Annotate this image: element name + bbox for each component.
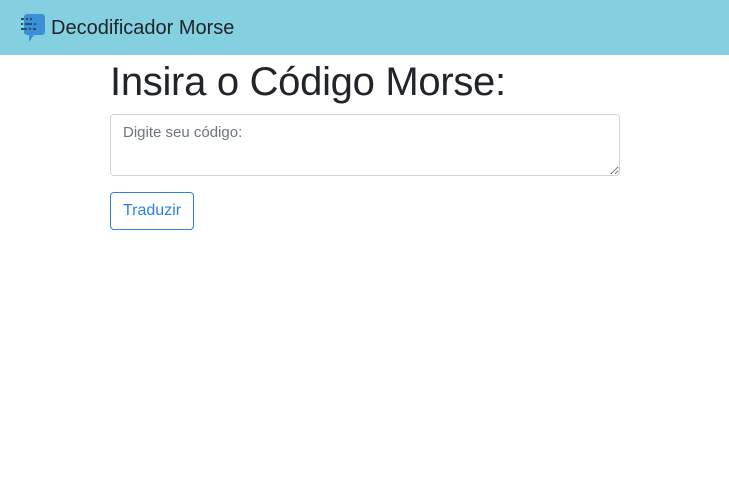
- page-title: Insira o Código Morse:: [110, 60, 506, 104]
- brand-title: Decodificador Morse: [51, 16, 235, 39]
- morse-chat-icon: [20, 12, 46, 44]
- navbar: Decodificador Morse: [0, 0, 729, 55]
- translate-button[interactable]: Traduzir: [110, 192, 195, 230]
- main-content: Insira o Código Morse: Traduzir: [110, 55, 620, 230]
- morse-code-input[interactable]: [110, 114, 620, 176]
- brand-link[interactable]: Decodificador Morse: [20, 12, 234, 44]
